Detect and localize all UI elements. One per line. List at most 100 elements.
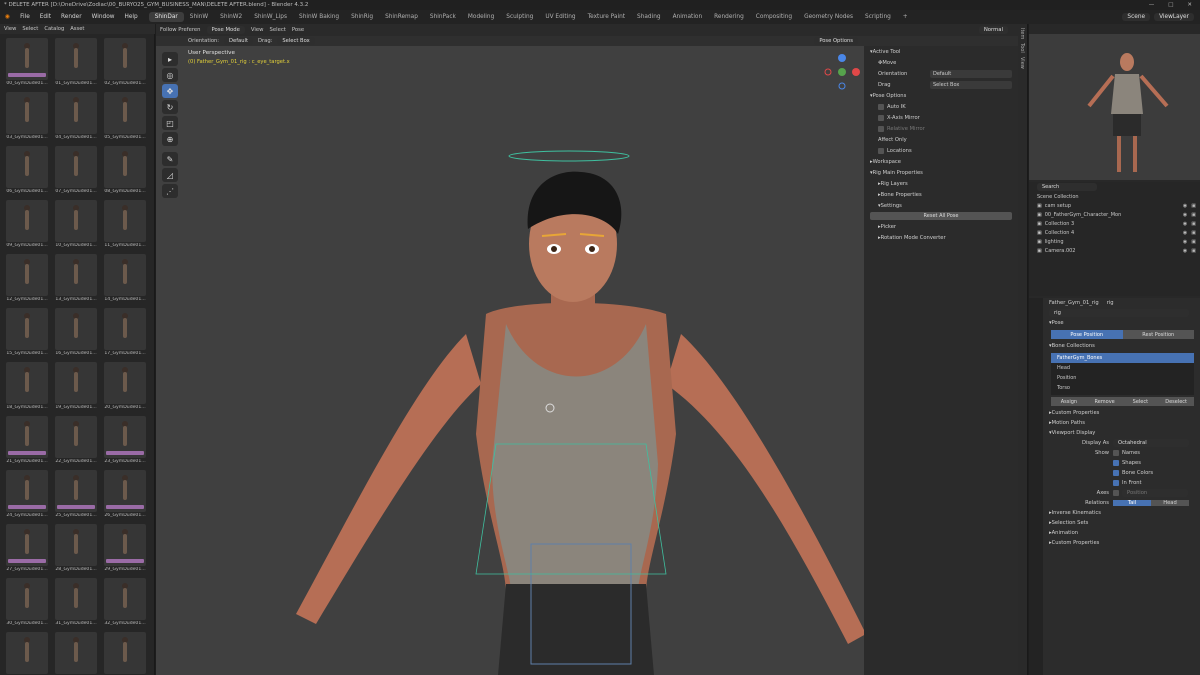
asset-thumbnail[interactable]: 12_GymDude01... (4, 254, 50, 307)
display-as-dropdown[interactable]: Octahedral (1113, 439, 1189, 447)
armature-name-field[interactable]: rig (1049, 309, 1189, 317)
minimize-icon[interactable]: — (1149, 2, 1155, 8)
scene-collection-row[interactable]: Scene Collection (1029, 192, 1200, 201)
selection-sets-header[interactable]: ▸ Selection Sets (1045, 518, 1200, 528)
scale-tool-icon[interactable]: ◰ (162, 116, 178, 130)
shading-selector[interactable]: Normal (978, 26, 1008, 34)
select-button[interactable]: Select (1122, 397, 1159, 406)
asset-thumbnail[interactable]: 20_GymDude01... (102, 362, 148, 415)
asset-thumbnail[interactable]: 23_GymDude01... (102, 416, 148, 469)
tab-item[interactable]: Item (1019, 28, 1025, 39)
asset-thumbnail[interactable]: 03_GymDude01... (4, 92, 50, 145)
workspace-tab[interactable]: Scripting (859, 12, 897, 22)
pose-options-button[interactable]: Pose Options (814, 37, 858, 45)
outliner-row[interactable]: ▣ lighting ◉ ▣ (1029, 237, 1200, 246)
relative-mirror-checkbox[interactable]: Relative Mirror (864, 123, 1018, 134)
menu-pose[interactable]: Pose (292, 27, 304, 33)
asset-thumbnail[interactable]: 09_GymDude01... (4, 200, 50, 253)
asset-thumbnail[interactable]: 24_GymDude01... (4, 470, 50, 523)
menu-help[interactable]: Help (120, 14, 143, 20)
asset-thumbnail[interactable]: 19_GymDude01... (53, 362, 99, 415)
outliner-row[interactable]: ▣ Camera.002 ◉ ▣ (1029, 246, 1200, 255)
asset-thumbnail[interactable]: 02_GymDude01... (102, 38, 148, 91)
visibility-icon[interactable]: ◉ (1183, 212, 1187, 218)
asset-menu-select[interactable]: Select (22, 26, 38, 32)
drag-dropdown[interactable]: Select Box (277, 37, 315, 45)
asset-thumbnail[interactable]: 13_GymDude01... (53, 254, 99, 307)
camera-preview-viewport[interactable] (1029, 34, 1200, 180)
workspace-tab[interactable]: Modeling (462, 12, 500, 22)
workspace-tab[interactable]: ShinW (184, 12, 214, 22)
transform-tool-icon[interactable]: ⊕ (162, 132, 178, 146)
list-item[interactable]: Torso (1051, 383, 1194, 393)
navigation-gizmo[interactable] (822, 52, 862, 92)
menu-select[interactable]: Select (270, 27, 286, 33)
locations-box[interactable] (878, 147, 884, 154)
relations-tail-button[interactable]: Tail (1113, 500, 1151, 506)
asset-thumbnail[interactable]: 28_GymDude01... (53, 524, 99, 577)
asset-thumbnail[interactable]: 15_GymDude01... (4, 308, 50, 361)
remove-button[interactable]: Remove (1086, 397, 1123, 406)
rig-layers-header[interactable]: ▸ Rig Layers (864, 178, 1018, 189)
relations-head-button[interactable]: Head (1151, 500, 1189, 506)
asset-thumbnail[interactable]: 00_GymDude01... (4, 38, 50, 91)
asset-thumbnail[interactable]: 25_GymDude01... (53, 470, 99, 523)
asset-thumbnail[interactable] (102, 632, 148, 675)
workspace-header[interactable]: ▸ Workspace (864, 156, 1018, 167)
rest-position-button[interactable]: Rest Position (1122, 330, 1194, 339)
relative-mirror-box[interactable] (878, 125, 884, 132)
workspace-tab[interactable]: Texture Paint (582, 12, 631, 22)
asset-thumbnail[interactable]: 07_GymDude01... (53, 146, 99, 199)
visibility-icon[interactable]: ◉ (1183, 248, 1187, 254)
camera-icon[interactable]: ▣ (1191, 203, 1196, 209)
visibility-icon[interactable]: ◉ (1183, 230, 1187, 236)
workspace-tab[interactable]: ShinW Baking (293, 12, 345, 22)
asset-thumbnail[interactable]: 32_GymDude01... (102, 578, 148, 631)
camera-icon[interactable]: ▣ (1191, 248, 1196, 254)
asset-thumbnail[interactable]: 22_GymDude01... (53, 416, 99, 469)
names-checkbox[interactable] (1113, 450, 1119, 456)
asset-thumbnail[interactable]: 10_GymDude01... (53, 200, 99, 253)
list-item[interactable]: Position (1051, 373, 1194, 383)
asset-thumbnail[interactable]: 05_GymDude01... (102, 92, 148, 145)
visibility-icon[interactable]: ◉ (1183, 221, 1187, 227)
move-tool-row[interactable]: ✥ Move (864, 57, 1018, 68)
select-tool-icon[interactable]: ▸ (162, 52, 178, 66)
3d-viewport[interactable]: Follow Preferen Pose Mode View Select Po… (156, 24, 1018, 675)
asset-thumbnail[interactable] (53, 632, 99, 675)
asset-thumbnail[interactable]: 04_GymDude01... (53, 92, 99, 145)
outliner-search-input[interactable]: Search (1037, 183, 1097, 191)
camera-icon[interactable]: ▣ (1191, 212, 1196, 218)
asset-thumbnail[interactable]: 17_GymDude01... (102, 308, 148, 361)
move-tool-icon[interactable]: ✥ (162, 84, 178, 98)
asset-thumbnail[interactable] (4, 632, 50, 675)
asset-thumbnail[interactable]: 08_GymDude01... (102, 146, 148, 199)
visibility-icon[interactable]: ◉ (1183, 203, 1187, 209)
asset-thumbnail[interactable]: 06_GymDude01... (4, 146, 50, 199)
workspace-tab[interactable]: ShinRemap (379, 12, 424, 22)
scene-selector[interactable]: Scene (1122, 13, 1151, 21)
maximize-icon[interactable]: □ (1168, 2, 1173, 8)
picker-header[interactable]: ▸ Picker (864, 221, 1018, 232)
x-mirror-checkbox[interactable]: X-Axis Mirror (864, 112, 1018, 123)
blender-logo-icon[interactable]: ◉ (0, 14, 15, 20)
list-item[interactable]: FatherGym_Bones (1051, 353, 1194, 363)
workspace-tab[interactable]: Sculpting (500, 12, 539, 22)
orientation-field[interactable]: Default (930, 69, 1012, 78)
drag-field[interactable]: Select Box (930, 80, 1012, 89)
pose-position-button[interactable]: Pose Position (1051, 330, 1123, 339)
tab-view[interactable]: View (1019, 57, 1025, 69)
cursor-tool-icon[interactable]: ◎ (162, 68, 178, 82)
workspace-tab[interactable]: ShinW_Lips (248, 12, 293, 22)
bone-tool-icon[interactable]: ⋰ (162, 184, 178, 198)
menu-edit[interactable]: Edit (35, 14, 56, 20)
axes-position-field[interactable]: Position (1122, 489, 1188, 497)
asset-thumbnail[interactable]: 14_GymDude01... (102, 254, 148, 307)
workspace-tab[interactable]: Shading (631, 12, 667, 22)
menu-window[interactable]: Window (87, 14, 120, 20)
outliner-row[interactable]: ▣ 00_FatherGym_Character_Mon ◉ ▣ (1029, 210, 1200, 219)
outliner-row[interactable]: ▣ Collection 3 ◉ ▣ (1029, 219, 1200, 228)
bone-widget-circle[interactable] (508, 150, 630, 162)
asset-menu-asset[interactable]: Asset (70, 26, 84, 32)
viewlayer-selector[interactable]: ViewLayer (1154, 13, 1194, 21)
